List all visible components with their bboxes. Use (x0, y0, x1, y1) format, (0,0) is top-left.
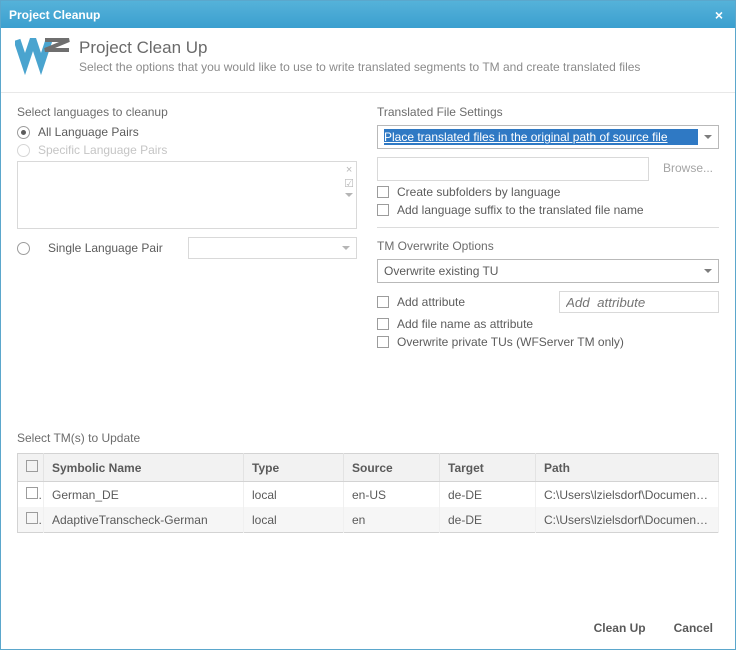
col-type[interactable]: Type (244, 454, 344, 482)
single-language-dropdown[interactable] (188, 237, 357, 259)
table-row[interactable]: German_DE local en-US de-DE C:\Users\lzi… (18, 482, 719, 508)
cancel-button[interactable]: Cancel (674, 621, 713, 635)
radio-icon (17, 144, 30, 157)
project-cleanup-dialog: Project Cleanup × Project Clean Up Selec… (0, 0, 736, 650)
page-title: Project Clean Up (79, 38, 640, 58)
radio-single-language-pair[interactable]: Single Language Pair (17, 237, 357, 259)
col-source[interactable]: Source (344, 454, 440, 482)
row-checkbox[interactable] (26, 487, 38, 499)
radio-specific-language-pairs: Specific Language Pairs (17, 143, 357, 157)
radio-icon (17, 126, 30, 139)
titlebar: Project Cleanup × (1, 1, 735, 28)
tmo-section-label: TM Overwrite Options (377, 239, 719, 253)
language-pairs-listbox: × ☑ (17, 161, 357, 229)
tm-section-label: Select TM(s) to Update (17, 431, 719, 445)
checkbox-icon (377, 186, 389, 198)
dialog-header: Project Clean Up Select the options that… (1, 28, 735, 93)
checkbox-icon (377, 336, 389, 348)
table-row[interactable]: AdaptiveTranscheck-German local en de-DE… (18, 507, 719, 533)
table-header-row: Symbolic Name Type Source Target Path (18, 454, 719, 482)
select-all-checkbox[interactable] (18, 454, 44, 482)
remove-icon: × (344, 164, 354, 176)
clean-up-button[interactable]: Clean Up (594, 621, 646, 635)
overwrite-tu-dropdown[interactable]: Overwrite existing TU (377, 259, 719, 283)
overwrite-private-tus-checkbox[interactable]: Overwrite private TUs (WFServer TM only) (377, 335, 719, 349)
create-subfolders-checkbox[interactable]: Create subfolders by language (377, 185, 719, 199)
col-path[interactable]: Path (536, 454, 719, 482)
lang-section-label: Select languages to cleanup (17, 105, 357, 119)
tm-table: Symbolic Name Type Source Target Path Ge… (17, 453, 719, 533)
checkbox-icon (377, 318, 389, 330)
col-target[interactable]: Target (440, 454, 536, 482)
add-attribute-input[interactable] (559, 291, 719, 313)
radio-icon (17, 242, 30, 255)
window-title: Project Cleanup (9, 8, 711, 22)
row-checkbox[interactable] (26, 512, 38, 524)
page-subtitle: Select the options that you would like t… (79, 60, 640, 74)
add-attribute-checkbox[interactable]: Add attribute (377, 295, 547, 309)
close-icon[interactable]: × (711, 8, 727, 22)
output-path-field[interactable] (377, 157, 649, 181)
add-suffix-checkbox[interactable]: Add language suffix to the translated fi… (377, 203, 719, 217)
place-files-dropdown[interactable]: Place translated files in the original p… (377, 125, 719, 149)
browse-button[interactable]: Browse... (657, 157, 719, 179)
chevron-down-icon (344, 192, 354, 204)
filename-as-attribute-checkbox[interactable]: Add file name as attribute (377, 317, 719, 331)
radio-all-language-pairs[interactable]: All Language Pairs (17, 125, 357, 139)
dialog-footer: Clean Up Cancel (1, 607, 735, 649)
col-symbolic-name[interactable]: Symbolic Name (44, 454, 244, 482)
app-logo (15, 38, 71, 78)
tfs-section-label: Translated File Settings (377, 105, 719, 119)
checkbox-icon (377, 296, 389, 308)
checkbox-icon (377, 204, 389, 216)
check-icon: ☑ (344, 178, 354, 190)
